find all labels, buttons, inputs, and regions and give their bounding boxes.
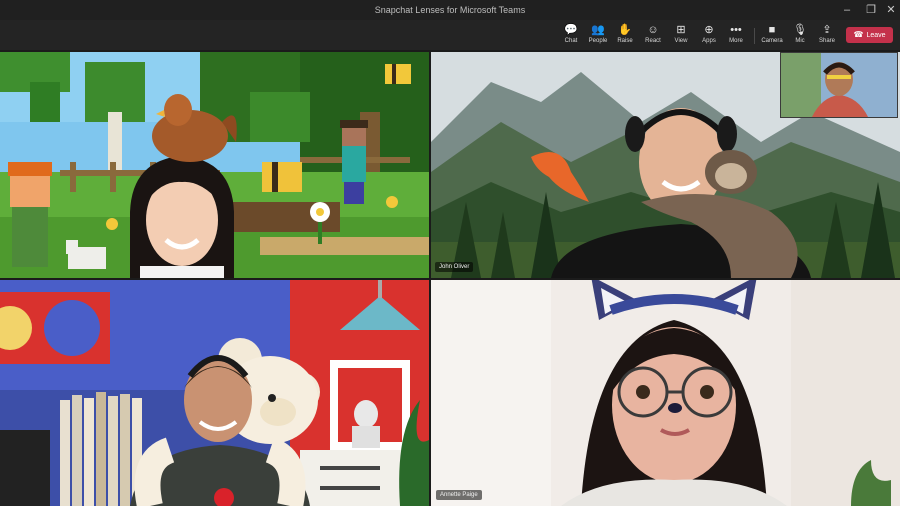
close-button[interactable]: ✕: [880, 2, 900, 18]
cat-ears-lens-scene: [431, 280, 900, 506]
window-title: Snapchat Lenses for Microsoft Teams: [374, 5, 526, 15]
mic-icon: 🎙: [793, 24, 807, 36]
toolbar-divider: [754, 28, 755, 44]
raise-hand-button[interactable]: ✋ Raise: [612, 23, 638, 49]
camera-icon: ■: [768, 24, 776, 36]
video-tile-annette-paige[interactable]: Annette Paige: [431, 280, 900, 506]
more-icon: •••: [730, 24, 742, 36]
title-bar: Snapchat Lenses for Microsoft Teams – ❐ …: [0, 0, 900, 20]
participant-name-tag: Annette Paige: [436, 490, 482, 500]
mic-button[interactable]: 🎙 Mic: [787, 23, 813, 49]
maximize-button[interactable]: ❐: [860, 2, 882, 18]
people-button[interactable]: 👥 People: [585, 23, 611, 49]
apps-icon: ⊕: [704, 24, 714, 36]
participant-name-tag: John Oliver: [435, 262, 474, 272]
share-button[interactable]: ⇪ Share: [814, 23, 840, 49]
more-button[interactable]: ••• More: [723, 23, 749, 49]
self-view-video: [781, 53, 897, 117]
phone-hangup-icon: ☎: [853, 30, 864, 39]
chat-icon: 💬: [564, 24, 578, 36]
apps-button[interactable]: ⊕ Apps: [696, 23, 722, 49]
video-tile-bottom-left[interactable]: [0, 280, 429, 506]
people-icon: 👥: [591, 24, 605, 36]
react-button[interactable]: ☺ React: [640, 23, 666, 49]
minecraft-lens-scene: [0, 52, 429, 278]
hand-icon: ✋: [618, 24, 632, 36]
teddy-bear-lens-scene: [0, 280, 429, 506]
grid-icon: ⊞: [676, 24, 686, 36]
smiley-icon: ☺: [647, 24, 659, 36]
camera-button[interactable]: ■ Camera: [759, 23, 785, 49]
share-icon: ⇪: [822, 24, 832, 36]
video-tile-top-left[interactable]: [0, 52, 429, 278]
meeting-toolbar: 💬 Chat 👥 People ✋ Raise ☺ React ⊞ View ⊕…: [0, 20, 900, 50]
leave-button[interactable]: ☎ Leave: [846, 27, 893, 43]
teams-meeting-window: Snapchat Lenses for Microsoft Teams – ❐ …: [0, 0, 900, 506]
self-view-tile[interactable]: [780, 52, 898, 118]
minimize-button[interactable]: –: [836, 2, 858, 18]
view-button[interactable]: ⊞ View: [668, 23, 694, 49]
chat-button[interactable]: 💬 Chat: [558, 23, 584, 49]
